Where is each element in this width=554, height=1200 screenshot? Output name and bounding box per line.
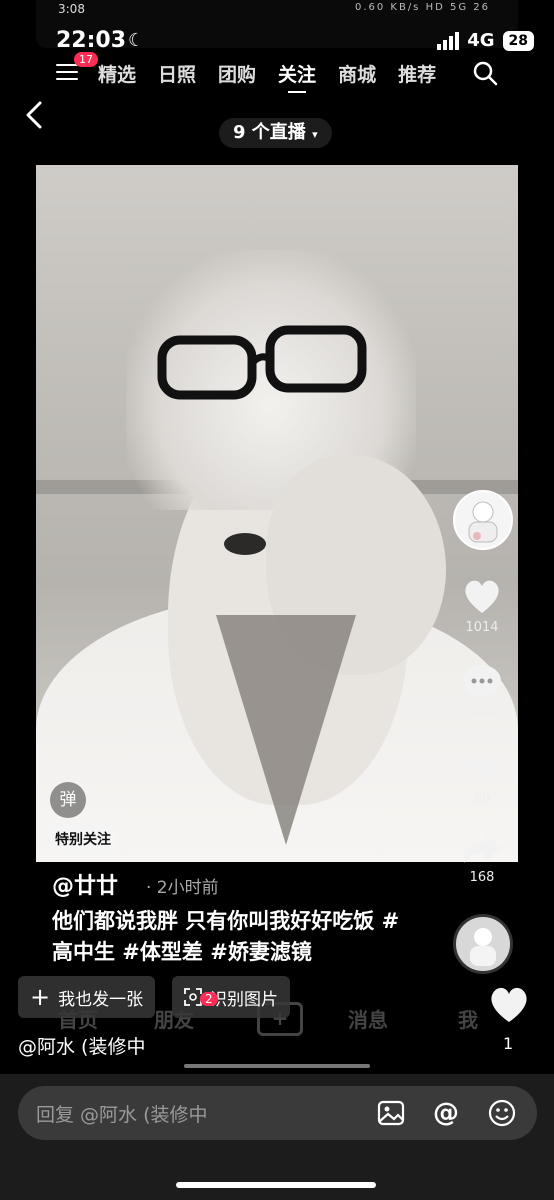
comment-like-heart-icon[interactable] [488, 984, 530, 1024]
top-nav: 17 精选 日照 团购 关注 商城 推荐 [0, 52, 554, 93]
search-icon[interactable] [472, 60, 498, 86]
special-follow-tag: 特别关注 [49, 826, 117, 852]
share-action[interactable]: 168 [452, 830, 512, 885]
favorite-action[interactable]: 89 [452, 748, 512, 807]
plus-icon: + [30, 983, 51, 1011]
outer-status-bar: 3:08 0.60 KB/s HD 5G 26 [0, 0, 554, 22]
live-count-pill[interactable]: 9 个直播 ▾ [219, 118, 332, 148]
comment-count: 257 [469, 706, 495, 721]
tab-recommend[interactable]: 推荐 [398, 60, 436, 87]
share-icon [464, 834, 501, 863]
tab-mall[interactable]: 商城 [338, 60, 376, 87]
post-caption: 他们都说我胖 只有你叫我好好吃饭 #高中生 #体型差 #娇妻滤镜 [52, 909, 400, 964]
danmu-button[interactable]: 弹 [50, 782, 86, 818]
network-type: 4G [467, 30, 495, 51]
live-count-label: 9 个直播 [233, 122, 306, 143]
friends-badge: 2 [200, 992, 218, 1006]
author-avatar[interactable] [453, 490, 513, 550]
favorite-count: 89 [473, 792, 491, 807]
battery-indicator: 28 [502, 30, 534, 51]
status-time: 22:03 [56, 28, 127, 53]
comment-icon [463, 665, 501, 697]
photo-scarf [216, 615, 356, 845]
post-one-too-label: 我也发一张 [58, 989, 144, 1010]
comment-like-count: 1 [503, 1034, 514, 1053]
outer-status-info: 0.60 KB/s HD 5G 26 [354, 2, 490, 13]
home-indicator [176, 1182, 376, 1188]
like-action[interactable]: 1014 [452, 576, 512, 635]
comment-action[interactable]: 257 [452, 662, 512, 721]
reply-placeholder: 回复 @阿水 (装修中 [36, 1104, 208, 1126]
post-time: · 2小时前 [146, 878, 219, 898]
author-name[interactable]: @廿廿 [52, 868, 118, 900]
post-one-too-button[interactable]: + 我也发一张 [18, 976, 156, 1018]
sheet-divider [184, 1064, 370, 1068]
tab-following[interactable]: 关注 [278, 60, 316, 93]
mention-icon[interactable]: @ [431, 1098, 461, 1128]
heart-icon [465, 580, 499, 613]
svg-text:@: @ [433, 1098, 459, 1128]
moon-icon: ☾ [128, 30, 145, 51]
tab-me[interactable]: 我 [458, 1004, 478, 1033]
tab-featured[interactable]: 精选 [98, 60, 136, 87]
identify-image-button[interactable]: 识别图片 [172, 976, 290, 1018]
photo-eye [224, 533, 266, 555]
photo-glasses [157, 325, 367, 400]
share-count: 168 [469, 870, 495, 885]
signal-icon [437, 31, 460, 50]
chevron-down-icon: ▾ [312, 128, 318, 141]
tab-messages[interactable]: 消息 [348, 1004, 388, 1033]
music-disc-avatar[interactable] [453, 914, 513, 974]
identify-image-label: 识别图片 [210, 989, 278, 1010]
tab-local[interactable]: 日照 [158, 60, 196, 87]
outer-time: 3:08 [58, 2, 85, 16]
nav-tabs: 精选 日照 团购 关注 商城 推荐 [98, 60, 436, 93]
notification-badge: 17 [74, 52, 98, 67]
post-photo[interactable] [36, 165, 518, 862]
star-icon [464, 750, 500, 785]
like-count: 1014 [465, 620, 499, 635]
comment-username[interactable]: @阿水 (装修中 [18, 1032, 145, 1059]
image-icon[interactable] [376, 1098, 406, 1128]
back-icon[interactable] [22, 100, 46, 130]
tab-group-buy[interactable]: 团购 [218, 60, 256, 87]
menu-icon[interactable] [56, 64, 78, 82]
emoji-icon[interactable] [487, 1098, 517, 1128]
